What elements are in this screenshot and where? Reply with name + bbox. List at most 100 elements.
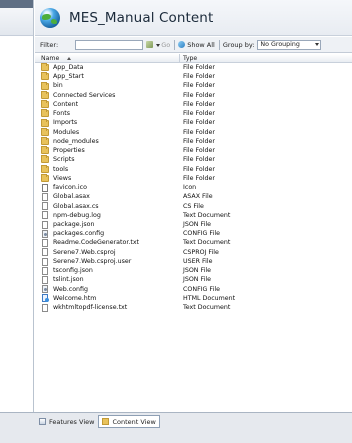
item-name: tsconfig.json (53, 267, 93, 275)
list-item[interactable]: App_Start File Folder (35, 72, 352, 81)
list-item[interactable]: Modules File Folder (35, 127, 352, 137)
iis-manager-window: MES_Manual Content Filter: Go Show All G… (0, 0, 352, 443)
icon-file-icon (42, 183, 48, 192)
item-name: Web.config (53, 285, 88, 293)
item-name: Views (53, 174, 72, 182)
list-item[interactable]: Serene7.Web.csproj CSPROJ File (35, 248, 352, 257)
go-button[interactable]: Go (146, 41, 170, 49)
item-type: JSON File (183, 267, 212, 275)
list-item[interactable]: Views File Folder (35, 173, 352, 183)
folder-icon (41, 90, 49, 99)
config-file-icon (42, 285, 48, 294)
list-item[interactable]: tslint.json JSON File (35, 275, 352, 284)
list-item[interactable]: tools File Folder (35, 164, 352, 174)
item-type: CSPROJ File (183, 248, 219, 256)
item-type: File Folder (183, 165, 215, 173)
folder-icon (41, 109, 49, 118)
item-name-cell: App_Data (35, 63, 180, 72)
item-type: File Folder (183, 128, 215, 136)
item-name-cell: Connected Services (35, 90, 180, 100)
column-header-name[interactable]: Name (35, 54, 180, 62)
item-name-cell: node_modules (35, 136, 180, 146)
list-item[interactable]: node_modules File Folder (35, 136, 352, 146)
list-item[interactable]: package.json JSON File (35, 220, 352, 229)
item-type: File Folder (183, 110, 215, 118)
item-name: packages.config (53, 230, 105, 238)
item-name: Welcome.htm (53, 294, 97, 302)
go-label: Go (161, 40, 171, 49)
tab-features-view[interactable]: Features View (35, 415, 98, 428)
folder-icon (41, 72, 49, 81)
folder-icon (41, 164, 49, 173)
show-all-icon (178, 41, 186, 48)
item-type: CS File (183, 202, 204, 210)
list-item[interactable]: favicon.ico Icon (35, 183, 352, 192)
list-item[interactable]: App_Data File Folder (35, 63, 352, 72)
group-by-select[interactable]: No Grouping (257, 39, 322, 50)
folder-icon (41, 63, 49, 72)
list-item[interactable]: bin File Folder (35, 81, 352, 90)
item-name: Content (53, 100, 79, 108)
folder-icon (41, 173, 49, 182)
item-name: node_modules (53, 137, 99, 145)
list-item[interactable]: packages.config CONFIG File (35, 229, 352, 238)
connections-pane-toolbar (0, 8, 33, 36)
item-name: Readme.CodeGenerator.txt (53, 239, 140, 247)
item-type: Icon (183, 184, 197, 192)
filter-input[interactable] (75, 39, 144, 50)
item-name: npm-debug.log (53, 211, 101, 219)
tab-content-view[interactable]: Content View (98, 415, 160, 428)
item-type: File Folder (183, 82, 215, 90)
item-type: File Folder (183, 156, 215, 164)
group-by-value: No Grouping (260, 41, 300, 48)
list-item[interactable]: Connected Services File Folder (35, 90, 352, 100)
item-name-cell: npm-debug.log (35, 211, 180, 220)
item-name: Global.asax (53, 193, 90, 201)
item-type: JSON File (183, 276, 212, 284)
list-item[interactable]: Web.config CONFIG File (35, 285, 352, 294)
item-name: favicon.ico (53, 184, 87, 192)
list-item[interactable]: Imports File Folder (35, 118, 352, 127)
item-name-cell: Web.config (35, 285, 180, 294)
folder-icon (41, 118, 49, 127)
item-name-cell: App_Start (35, 72, 180, 81)
column-header-type[interactable]: Type (180, 54, 352, 62)
list-item[interactable]: Properties File Folder (35, 146, 352, 155)
list-item[interactable]: Serene7.Web.csproj.user USER File (35, 257, 352, 266)
list-item[interactable]: npm-debug.log Text Document (35, 211, 352, 220)
item-name-cell: Readme.CodeGenerator.txt (35, 238, 180, 248)
list-item[interactable]: Content File Folder (35, 100, 352, 109)
file-icon (42, 303, 48, 312)
list-item[interactable]: wkhtmltopdf-license.txt Text Document (35, 303, 352, 312)
file-icon (42, 202, 48, 211)
list-item[interactable]: Global.asax.cs CS File (35, 202, 352, 211)
html-file-icon (42, 294, 49, 303)
item-type: File Folder (183, 137, 215, 145)
file-icon (42, 248, 48, 257)
item-name-cell: package.json (35, 220, 180, 229)
file-icon (42, 192, 48, 201)
connections-pane (0, 0, 34, 412)
list-item[interactable]: Global.asax ASAX File (35, 192, 352, 201)
connections-pane-header (0, 0, 33, 8)
column-headers: Name Type (35, 54, 352, 63)
item-type: File Folder (183, 147, 215, 155)
list-item[interactable]: Welcome.htm HTML Document (35, 294, 352, 303)
item-type: USER File (183, 257, 213, 265)
file-icon (42, 276, 48, 284)
item-type: Text Document (183, 239, 231, 247)
list-item[interactable]: tsconfig.json JSON File (35, 266, 352, 275)
item-type: HTML Document (183, 294, 236, 302)
list-item[interactable]: Readme.CodeGenerator.txt Text Document (35, 238, 352, 248)
file-icon (42, 239, 48, 248)
folder-icon (41, 146, 49, 155)
item-name-cell: wkhtmltopdf-license.txt (35, 303, 180, 312)
tab-label: Features View (49, 417, 95, 426)
list-item[interactable]: Scripts File Folder (35, 155, 352, 164)
list-item[interactable]: Fonts File Folder (35, 109, 352, 118)
show-all-button[interactable]: Show All (178, 41, 215, 49)
group-by-label: Group by: (222, 40, 255, 49)
column-type-label: Type (183, 54, 198, 62)
item-type: CONFIG File (183, 230, 220, 238)
item-type: File Folder (183, 91, 215, 99)
